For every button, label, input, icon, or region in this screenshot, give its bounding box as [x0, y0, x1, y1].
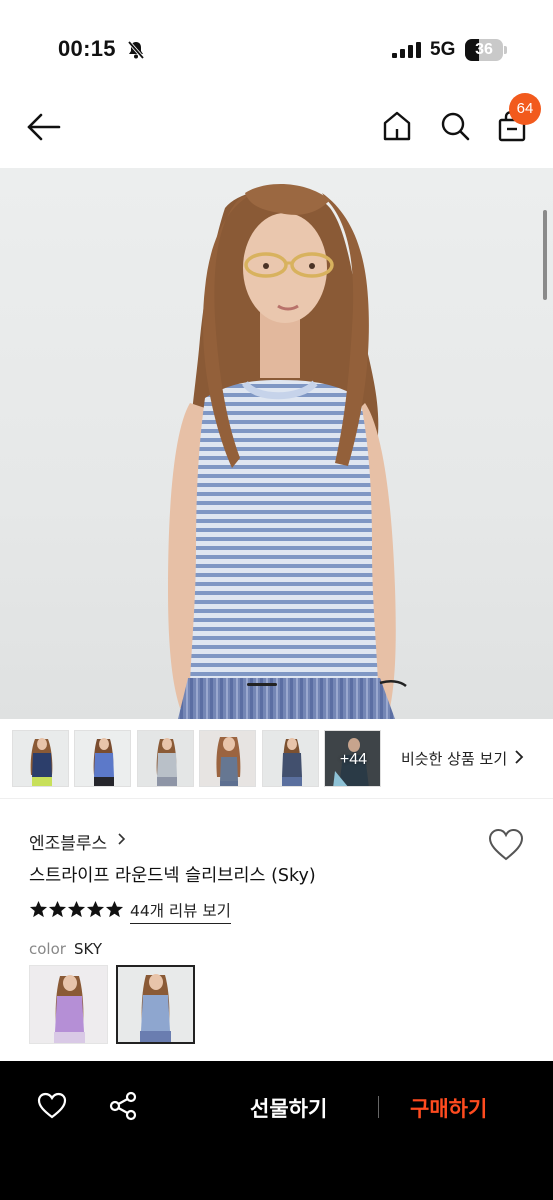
- thumbnail-1[interactable]: [12, 730, 69, 787]
- share-icon[interactable]: [108, 1091, 138, 1121]
- review-link[interactable]: 44개 리뷰 보기: [130, 899, 231, 924]
- product-title: 스트라이프 라운드넥 슬리브리스 (Sky): [29, 866, 316, 886]
- thumbnail-2[interactable]: [74, 730, 131, 787]
- color-swatch-sky[interactable]: [116, 965, 195, 1044]
- cellular-signal-icon: [392, 42, 421, 58]
- thumbnail-5[interactable]: [262, 730, 319, 787]
- star-icon: [48, 900, 67, 918]
- product-photo-model: [168, 183, 407, 719]
- battery-level: 36: [475, 41, 493, 58]
- divider: [378, 1096, 379, 1118]
- rating-stars: [29, 900, 124, 920]
- similar-products-link[interactable]: 비슷한 상품 보기: [401, 748, 507, 769]
- network-type: 5G: [430, 39, 456, 60]
- thumbnail-strip: +44 비슷한 상품 보기: [0, 719, 553, 799]
- chevron-right-icon: [118, 833, 126, 845]
- thumbnail-3[interactable]: [137, 730, 194, 787]
- more-images-count: +44: [339, 751, 368, 768]
- star-icon: [86, 900, 105, 918]
- color-swatch-lavender[interactable]: [29, 965, 108, 1044]
- status-time: 00:15: [58, 36, 116, 61]
- thumbnail-4[interactable]: [199, 730, 256, 787]
- home-icon[interactable]: [382, 110, 412, 142]
- gift-button[interactable]: 선물하기: [250, 1093, 327, 1123]
- star-icon: [105, 900, 124, 918]
- thumbnail-more[interactable]: +44: [324, 730, 381, 787]
- cart-count-badge: 64: [509, 93, 541, 125]
- back-arrow-icon[interactable]: [26, 112, 62, 142]
- battery-icon: 36: [465, 39, 507, 61]
- star-icon: [29, 900, 48, 918]
- image-position-indicator: [247, 683, 277, 686]
- bottom-action-bar: 선물하기 구매하기: [0, 1061, 553, 1200]
- chevron-right-icon: [515, 750, 524, 764]
- page-scrollbar[interactable]: [543, 210, 547, 300]
- color-option-label: color: [29, 940, 66, 958]
- star-icon: [67, 900, 86, 918]
- status-bar: 00:15 5G 36: [0, 0, 553, 92]
- buy-button[interactable]: 구매하기: [410, 1093, 487, 1123]
- selected-color-value: SKY: [74, 940, 102, 958]
- wishlist-heart-icon[interactable]: [37, 1092, 67, 1120]
- product-main-image[interactable]: [0, 168, 553, 719]
- bell-off-icon: [127, 40, 145, 60]
- top-nav: 64: [0, 92, 553, 168]
- wishlist-heart-icon[interactable]: [488, 828, 524, 862]
- search-icon[interactable]: [440, 110, 470, 142]
- brand-name-link[interactable]: 엔조블루스: [29, 829, 107, 854]
